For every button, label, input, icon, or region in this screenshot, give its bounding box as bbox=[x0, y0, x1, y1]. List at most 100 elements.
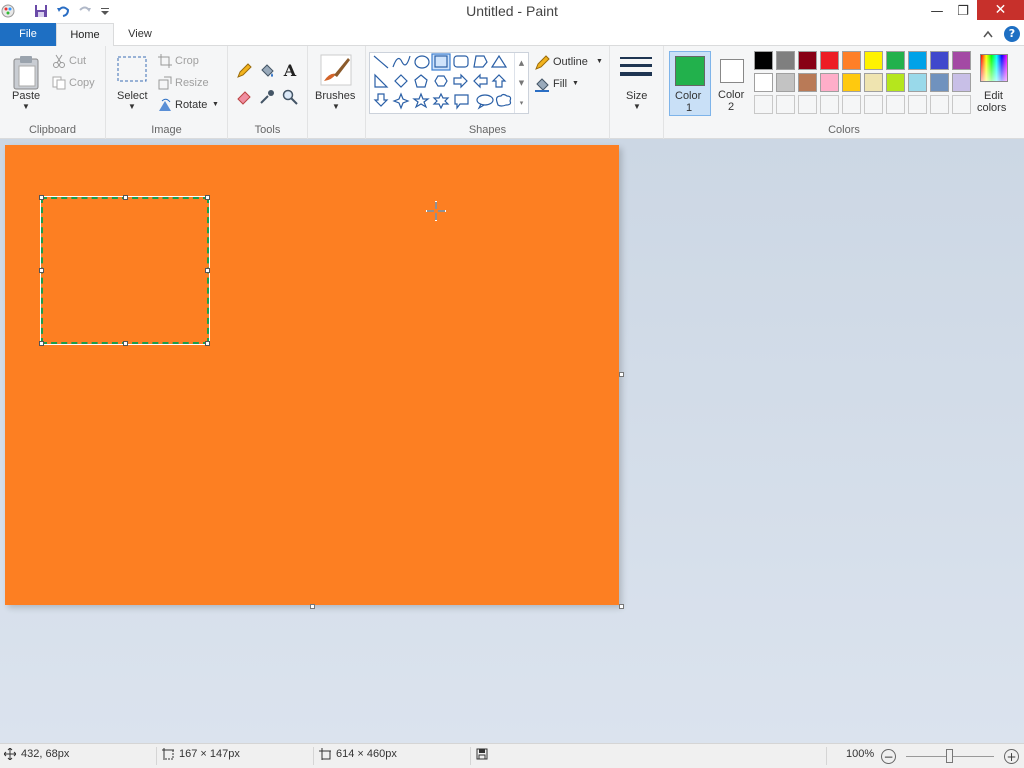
shapes-gallery-scroll[interactable]: ▲ ▼ ▾ bbox=[514, 53, 528, 113]
collapse-ribbon-icon[interactable] bbox=[982, 28, 994, 40]
cloud-callout-shape-icon[interactable] bbox=[495, 93, 512, 107]
restore-button[interactable]: ❐ bbox=[950, 0, 976, 22]
tab-file[interactable]: File bbox=[0, 23, 56, 46]
six-point-star-shape-icon[interactable] bbox=[432, 92, 450, 110]
tab-home[interactable]: Home bbox=[56, 23, 114, 47]
close-button[interactable]: ✕ bbox=[977, 0, 1024, 20]
palette-swatch[interactable] bbox=[776, 95, 795, 114]
oval-callout-shape-icon[interactable] bbox=[476, 94, 494, 110]
selection-handle-tr[interactable] bbox=[205, 195, 210, 200]
palette-swatch[interactable] bbox=[864, 73, 883, 92]
magnifier-icon[interactable] bbox=[281, 88, 299, 106]
text-tool-icon[interactable]: A bbox=[281, 61, 299, 80]
brushes-dropdown-icon[interactable]: ▼ bbox=[332, 102, 340, 111]
palette-swatch[interactable] bbox=[820, 51, 839, 70]
palette-swatch[interactable] bbox=[930, 95, 949, 114]
palette-swatch[interactable] bbox=[864, 51, 883, 70]
eraser-icon[interactable] bbox=[235, 88, 253, 106]
crop-button[interactable]: Crop bbox=[175, 55, 199, 67]
rotate-dropdown-icon[interactable]: ▼ bbox=[212, 101, 219, 108]
palette-swatch[interactable] bbox=[952, 95, 971, 114]
line-shape-icon[interactable] bbox=[373, 55, 389, 69]
five-point-star-shape-icon[interactable] bbox=[412, 92, 430, 109]
size-icon[interactable] bbox=[619, 54, 653, 84]
left-arrow-shape-icon[interactable] bbox=[473, 73, 488, 89]
selection-handle-b[interactable] bbox=[123, 341, 128, 346]
select-dropdown-icon[interactable]: ▼ bbox=[128, 102, 136, 111]
palette-swatch[interactable] bbox=[952, 73, 971, 92]
selection-handle-tl[interactable] bbox=[39, 195, 44, 200]
canvas-resize-handle-bottom[interactable] bbox=[310, 604, 315, 609]
rectangle-shape-icon[interactable] bbox=[431, 53, 451, 71]
color1-button[interactable]: Color 1 bbox=[669, 51, 711, 116]
palette-swatch[interactable] bbox=[754, 51, 773, 70]
help-icon[interactable]: ? bbox=[1004, 26, 1020, 42]
triangle-shape-icon[interactable] bbox=[490, 54, 508, 68]
palette-swatch[interactable] bbox=[776, 73, 795, 92]
palette-swatch[interactable] bbox=[886, 73, 905, 92]
up-arrow-shape-icon[interactable] bbox=[491, 74, 507, 88]
palette-swatch[interactable] bbox=[798, 95, 817, 114]
palette-swatch[interactable] bbox=[798, 51, 817, 70]
palette-swatch[interactable] bbox=[842, 73, 861, 92]
hexagon-shape-icon[interactable] bbox=[434, 75, 448, 87]
resize-button[interactable]: Resize bbox=[175, 77, 209, 89]
palette-swatch[interactable] bbox=[908, 95, 927, 114]
rounded-rectangle-shape-icon[interactable] bbox=[453, 55, 469, 68]
edit-colors-button[interactable]: Edit colors bbox=[976, 51, 1016, 116]
four-point-star-shape-icon[interactable] bbox=[392, 92, 410, 110]
brushes-icon[interactable] bbox=[319, 53, 353, 87]
diamond-shape-icon[interactable] bbox=[394, 74, 408, 88]
copy-button[interactable]: Copy bbox=[69, 77, 95, 89]
brushes-button[interactable]: Brushes bbox=[315, 90, 355, 102]
cut-button[interactable]: Cut bbox=[69, 55, 86, 67]
paste-dropdown-icon[interactable]: ▼ bbox=[22, 102, 30, 111]
palette-swatch[interactable] bbox=[930, 73, 949, 92]
selection-handle-bl[interactable] bbox=[39, 341, 44, 346]
palette-swatch[interactable] bbox=[864, 95, 883, 114]
outline-dropdown-icon[interactable]: ▼ bbox=[596, 58, 603, 65]
right-arrow-shape-icon[interactable] bbox=[453, 73, 468, 89]
pencil-icon[interactable] bbox=[235, 62, 253, 80]
zoom-in-button[interactable]: + bbox=[1004, 749, 1019, 764]
fill-button[interactable]: Fill bbox=[553, 78, 567, 90]
oval-shape-icon[interactable] bbox=[414, 55, 430, 69]
canvas-resize-handle-right[interactable] bbox=[619, 372, 624, 377]
fill-dropdown-icon[interactable]: ▼ bbox=[572, 80, 579, 87]
palette-swatch[interactable] bbox=[842, 95, 861, 114]
zoom-out-button[interactable]: − bbox=[881, 749, 896, 764]
palette-swatch[interactable] bbox=[820, 95, 839, 114]
selection-handle-r[interactable] bbox=[205, 268, 210, 273]
canvas-workspace[interactable] bbox=[0, 139, 1024, 743]
tab-view[interactable]: View bbox=[114, 23, 166, 46]
curve-shape-icon[interactable] bbox=[392, 55, 411, 68]
palette-swatch[interactable] bbox=[886, 95, 905, 114]
canvas-resize-handle-corner[interactable] bbox=[619, 604, 624, 609]
right-triangle-shape-icon[interactable] bbox=[374, 73, 389, 88]
palette-swatch[interactable] bbox=[930, 51, 949, 70]
pentagon-shape-icon[interactable] bbox=[414, 74, 428, 88]
polygon-shape-icon[interactable] bbox=[473, 55, 488, 68]
palette-swatch[interactable] bbox=[842, 51, 861, 70]
size-button[interactable]: Size bbox=[626, 90, 647, 102]
palette-swatch[interactable] bbox=[820, 73, 839, 92]
palette-swatch[interactable] bbox=[754, 95, 773, 114]
paste-icon[interactable] bbox=[9, 52, 43, 92]
paste-button[interactable]: Paste bbox=[12, 90, 40, 102]
color2-button[interactable]: Color 2 bbox=[713, 51, 751, 116]
minimize-button[interactable]: — bbox=[924, 0, 950, 22]
palette-swatch[interactable] bbox=[776, 51, 795, 70]
down-arrow-shape-icon[interactable] bbox=[373, 93, 389, 107]
palette-swatch[interactable] bbox=[754, 73, 773, 92]
selection-handle-br[interactable] bbox=[205, 341, 210, 346]
palette-swatch[interactable] bbox=[908, 51, 927, 70]
color-picker-icon[interactable] bbox=[258, 88, 276, 106]
palette-swatch[interactable] bbox=[798, 73, 817, 92]
select-icon[interactable] bbox=[116, 55, 148, 83]
selection-handle-t[interactable] bbox=[123, 195, 128, 200]
select-button[interactable]: Select bbox=[117, 90, 148, 102]
palette-swatch[interactable] bbox=[908, 73, 927, 92]
selection-handle-l[interactable] bbox=[39, 268, 44, 273]
fill-bucket-icon[interactable] bbox=[258, 62, 276, 80]
selection-rectangle[interactable] bbox=[40, 196, 210, 345]
